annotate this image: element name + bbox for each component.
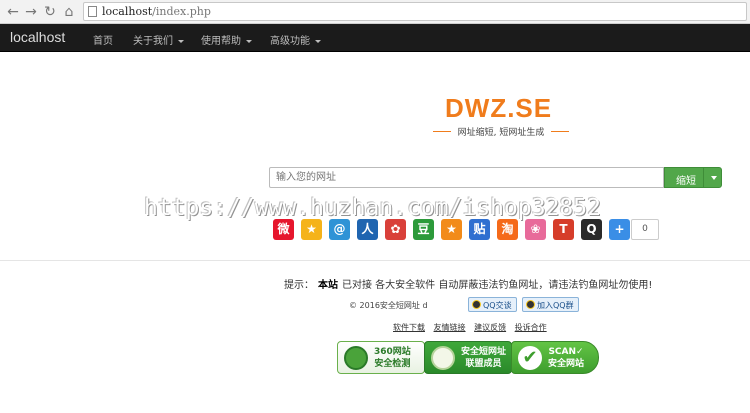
- nav-item-advanced[interactable]: 高级功能: [270, 32, 321, 47]
- badge-line2: 安全网站: [548, 359, 585, 369]
- link-download[interactable]: 软件下载: [393, 323, 425, 332]
- weibo-icon[interactable]: 微: [273, 219, 294, 240]
- link-feedback[interactable]: 建议反馈: [474, 323, 506, 332]
- caret-down-icon: [315, 39, 321, 43]
- site-logo: DWZ.SE 网址缩短, 短网址生成: [433, 93, 569, 141]
- divider: [0, 260, 750, 261]
- footer-links: 软件下载 友情链接 建议反馈 投诉合作: [393, 322, 553, 333]
- badge-scan-safe[interactable]: ✔ SCAN✓ 安全网站: [511, 341, 599, 374]
- tianya-icon[interactable]: T: [553, 219, 574, 240]
- badge-line1: 安全短网址: [461, 347, 507, 357]
- shield-icon: [344, 346, 368, 370]
- home-icon[interactable]: ⌂: [60, 3, 78, 21]
- qq-group-button[interactable]: 加入QQ群: [522, 297, 579, 312]
- top-navbar: localhost 首页 关于我们 使用帮助 高级功能: [0, 24, 750, 52]
- page: ← → ↻ ⌂ localhost/index.php localhost 首页…: [0, 0, 750, 413]
- qq-icon: [526, 300, 535, 309]
- shorten-button[interactable]: 缩短: [664, 167, 722, 188]
- reload-icon[interactable]: ↻: [41, 3, 59, 21]
- page-icon: [88, 6, 97, 17]
- badge-alliance-member[interactable]: 安全短网址 联盟成员: [424, 341, 512, 374]
- navbar-brand[interactable]: localhost: [10, 29, 65, 45]
- share-count[interactable]: 0: [631, 219, 659, 240]
- logo-subtitle: 网址缩短, 短网址生成: [433, 125, 569, 138]
- tieba-icon[interactable]: 贴: [469, 219, 490, 240]
- badge-line2: 安全检测: [374, 359, 411, 369]
- notice-text: 提示： 本站 已对接 各大安全软件 自动屏蔽违法钓鱼网址，请违法钓鱼网址勿使用!: [284, 280, 653, 291]
- douban-icon[interactable]: 豆: [413, 219, 434, 240]
- qq-icon[interactable]: Q: [581, 219, 602, 240]
- button-separator: [703, 168, 704, 187]
- star-icon[interactable]: ★: [441, 219, 462, 240]
- link-friends[interactable]: 友情链接: [434, 323, 466, 332]
- browser-toolbar: ← → ↻ ⌂ localhost/index.php: [0, 0, 750, 24]
- renren-icon[interactable]: 人: [357, 219, 378, 240]
- badge-line1: 360网站: [374, 347, 411, 357]
- nav-item-help[interactable]: 使用帮助: [201, 32, 252, 47]
- badge-line2: 联盟成员: [465, 359, 502, 369]
- seal-icon: [431, 346, 455, 370]
- watermark-text: https://www.huzhan.com/ishop32852: [144, 195, 601, 221]
- badge-360-security[interactable]: 360网站安全检测: [337, 341, 425, 374]
- caret-down-icon: [246, 39, 252, 43]
- flower-icon[interactable]: ❀: [525, 219, 546, 240]
- nav-item-home[interactable]: 首页: [93, 32, 113, 47]
- taobao-icon[interactable]: 淘: [497, 219, 518, 240]
- link-complaint[interactable]: 投诉合作: [515, 323, 547, 332]
- logo-text: DWZ.SE: [445, 93, 553, 123]
- qq-icon: [472, 300, 481, 309]
- shorten-button-label: 缩短: [676, 176, 696, 187]
- more-icon[interactable]: +: [609, 219, 630, 240]
- address-bar[interactable]: localhost/index.php: [83, 2, 747, 21]
- url-input[interactable]: [269, 167, 664, 188]
- forward-icon[interactable]: →: [22, 3, 40, 21]
- copyright: © 2016安全短网址 d: [349, 301, 428, 310]
- tencent-weibo-icon[interactable]: @: [329, 219, 350, 240]
- chevron-down-icon[interactable]: [711, 176, 717, 180]
- qq-chat-button[interactable]: QQ交谈: [468, 297, 517, 312]
- caret-down-icon: [178, 39, 184, 43]
- qzone-icon[interactable]: ★: [301, 219, 322, 240]
- nav-item-about[interactable]: 关于我们: [133, 32, 184, 47]
- address-url: localhost/index.php: [102, 5, 211, 18]
- badge-line1: SCAN✓: [548, 347, 584, 357]
- back-icon[interactable]: ←: [4, 3, 22, 21]
- kaixin-icon[interactable]: ✿: [385, 219, 406, 240]
- checkmark-icon: ✔: [518, 346, 542, 370]
